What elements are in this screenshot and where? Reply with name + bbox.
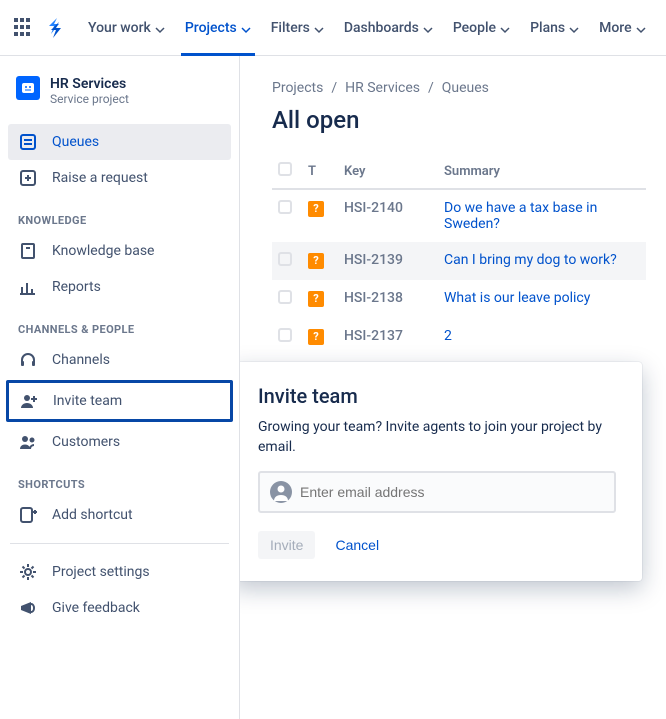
issue-type-icon: ?	[308, 329, 324, 345]
highlight-invite-team: Invite team	[6, 380, 233, 422]
megaphone-icon	[18, 598, 38, 618]
sidebar-item-project-settings[interactable]: Project settings	[8, 554, 231, 590]
sidebar-item-queues[interactable]: Queues	[8, 124, 231, 160]
shortcut-plus-icon	[18, 505, 38, 525]
issue-key[interactable]: HSI-2137	[344, 328, 403, 344]
chevron-down-icon	[500, 23, 510, 33]
nav-people[interactable]: People	[445, 0, 518, 56]
sidebar-item-invite-team[interactable]: Invite team	[9, 383, 230, 419]
chevron-down-icon	[241, 23, 251, 33]
email-field[interactable]	[300, 484, 604, 500]
gear-icon	[18, 562, 38, 582]
divider	[10, 543, 229, 544]
chevron-down-icon	[314, 23, 324, 33]
table-row[interactable]: ? HSI-2138 What is our leave policy	[272, 280, 646, 318]
chevron-down-icon	[569, 23, 579, 33]
project-header: HR Services Service project	[8, 76, 231, 124]
issue-key[interactable]: HSI-2139	[344, 252, 403, 268]
row-checkbox[interactable]	[278, 328, 292, 342]
nav-more[interactable]: More	[591, 0, 654, 56]
table-row[interactable]: ? HSI-2140 Do we have a tax base in Sweden…	[272, 189, 646, 242]
breadcrumb: Projects/ HR Services/ Queues	[272, 80, 646, 96]
sidebar-label: Channels	[52, 352, 110, 368]
nav-plans[interactable]: Plans	[522, 0, 587, 56]
popover-title: Invite team	[258, 384, 616, 408]
headset-icon	[18, 350, 38, 370]
sidebar-label: Raise a request	[52, 170, 148, 186]
sidebar-label: Knowledge base	[52, 243, 154, 259]
app-switcher-icon[interactable]	[12, 16, 36, 40]
sidebar-item-reports[interactable]: Reports	[8, 269, 231, 305]
select-all-checkbox[interactable]	[278, 162, 292, 176]
nav-dashboards[interactable]: Dashboards	[336, 0, 441, 56]
invite-team-popover: Invite team Growing your team? Invite ag…	[240, 362, 642, 581]
crumb-queues[interactable]: Queues	[442, 80, 489, 96]
main-content: Projects/ HR Services/ Queues All open T…	[240, 56, 666, 719]
jira-logo-icon[interactable]	[46, 16, 70, 40]
sidebar-label: Add shortcut	[52, 507, 133, 523]
sidebar-item-give-feedback[interactable]: Give feedback	[8, 590, 231, 626]
chart-icon	[18, 277, 38, 297]
page-title: All open	[272, 106, 646, 134]
sidebar-label: Customers	[52, 434, 120, 450]
row-checkbox[interactable]	[278, 200, 292, 214]
sidebar-label: Reports	[52, 279, 101, 295]
project-icon	[16, 76, 40, 100]
crumb-projects[interactable]: Projects	[272, 80, 323, 96]
sidebar-label: Give feedback	[52, 600, 140, 616]
sidebar-item-raise-request[interactable]: Raise a request	[8, 160, 231, 196]
nav-your-work[interactable]: Your work	[80, 0, 173, 56]
plus-box-icon	[18, 168, 38, 188]
top-nav: Your work Projects Filters Dashboards Pe…	[0, 0, 666, 56]
row-checkbox[interactable]	[278, 252, 292, 266]
invite-button[interactable]: Invite	[258, 531, 315, 559]
nav-projects[interactable]: Projects	[177, 0, 259, 56]
issue-summary[interactable]: Do we have a tax base in Sweden?	[444, 200, 597, 232]
sidebar-label: Queues	[52, 134, 99, 150]
issue-key[interactable]: HSI-2138	[344, 290, 403, 306]
issue-summary[interactable]: What is our leave policy	[444, 290, 590, 306]
issue-key[interactable]: HSI-2140	[344, 200, 403, 216]
issue-type-icon: ?	[308, 201, 324, 217]
queue-icon	[18, 132, 38, 152]
col-summary[interactable]: Summary	[438, 154, 646, 189]
cancel-button[interactable]: Cancel	[323, 531, 391, 559]
col-key[interactable]: Key	[338, 154, 438, 189]
issue-summary[interactable]: 2	[444, 328, 452, 344]
book-icon	[18, 241, 38, 261]
table-row[interactable]: ? HSI-2139 Can I bring my dog to work?	[272, 242, 646, 280]
project-subtitle: Service project	[50, 92, 129, 106]
chevron-down-icon	[155, 23, 165, 33]
sidebar-item-customers[interactable]: Customers	[8, 424, 231, 460]
col-type[interactable]: T	[302, 154, 338, 189]
sidebar-item-channels[interactable]: Channels	[8, 342, 231, 378]
issue-summary[interactable]: Can I bring my dog to work?	[444, 252, 617, 268]
person-plus-icon	[19, 391, 39, 411]
table-row[interactable]: ? HSI-2137 2	[272, 318, 646, 356]
row-checkbox[interactable]	[278, 290, 292, 304]
crumb-project[interactable]: HR Services	[345, 80, 420, 96]
chevron-down-icon	[423, 23, 433, 33]
sidebar-heading-shortcuts: SHORTCUTS	[8, 460, 231, 497]
issue-type-icon: ?	[308, 253, 324, 269]
project-name: HR Services	[50, 76, 129, 92]
sidebar-label: Project settings	[52, 564, 150, 580]
people-icon	[18, 432, 38, 452]
sidebar-heading-channels: CHANNELS & PEOPLE	[8, 305, 231, 342]
email-input-wrapper[interactable]	[258, 471, 616, 513]
sidebar: HR Services Service project Queues Raise…	[0, 56, 240, 719]
nav-filters[interactable]: Filters	[263, 0, 332, 56]
chevron-down-icon	[636, 23, 646, 33]
avatar-icon	[270, 481, 292, 503]
sidebar-label: Invite team	[53, 393, 122, 409]
issue-type-icon: ?	[308, 291, 324, 307]
sidebar-item-add-shortcut[interactable]: Add shortcut	[8, 497, 231, 533]
sidebar-item-knowledge-base[interactable]: Knowledge base	[8, 233, 231, 269]
popover-description: Growing your team? Invite agents to join…	[258, 418, 616, 457]
sidebar-heading-knowledge: KNOWLEDGE	[8, 196, 231, 233]
